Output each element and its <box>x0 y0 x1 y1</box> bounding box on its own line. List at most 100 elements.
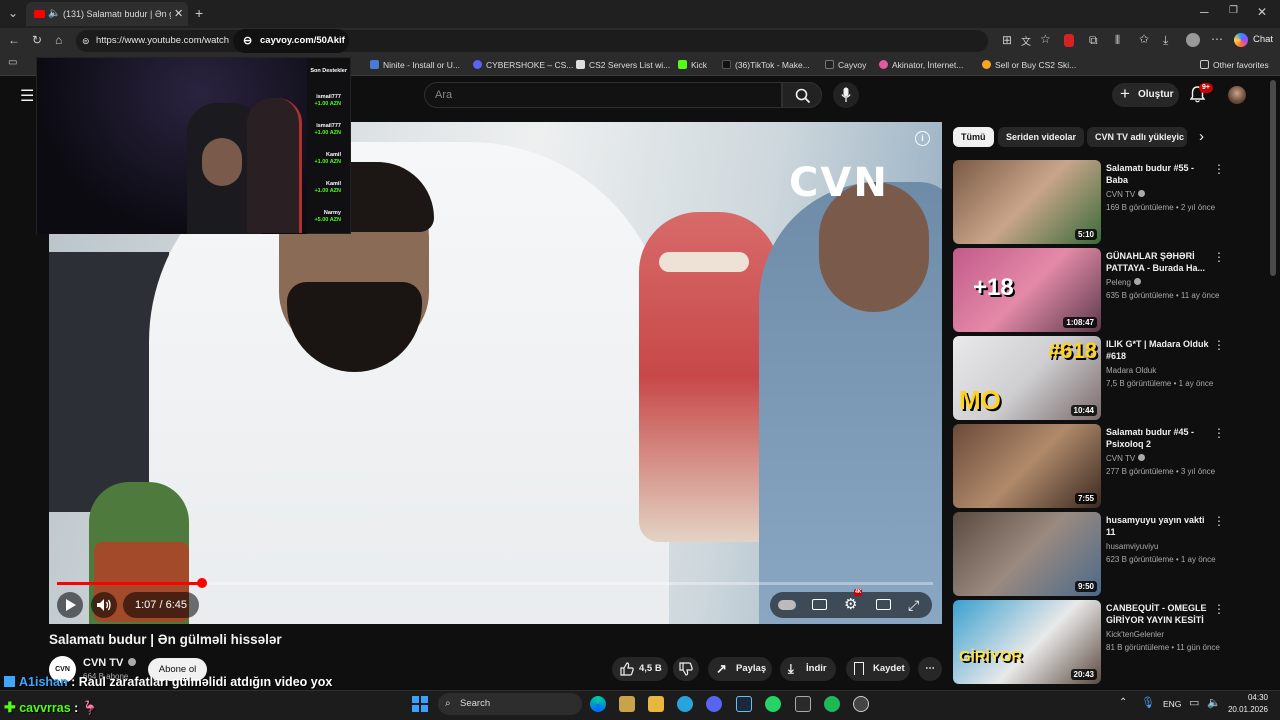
recommended-channel[interactable]: Peleng <box>1106 278 1141 287</box>
more-options-icon[interactable]: ⋮ <box>1213 602 1225 616</box>
windows-start-icon[interactable] <box>412 696 428 712</box>
extension-red-icon[interactable] <box>1064 34 1074 47</box>
tab-list-icon[interactable]: ⌄ <box>8 6 18 20</box>
video-thumbnail[interactable]: #618 MO 10:44 <box>953 336 1101 420</box>
bookmark-cybershoke[interactable]: CYBERSHOKE – CS... <box>473 54 573 76</box>
page-scrollbar[interactable] <box>1270 80 1276 276</box>
language-indicator[interactable]: ENG <box>1163 699 1181 709</box>
taskbar-search[interactable]: ⌕ Search <box>438 693 582 715</box>
telegram-icon[interactable] <box>677 696 693 712</box>
autoplay-toggle[interactable] <box>778 600 796 610</box>
whatsapp-icon[interactable] <box>765 696 781 712</box>
bookmark-cayvoy[interactable]: Cayvoy <box>825 54 866 76</box>
back-icon[interactable]: ← <box>8 33 20 47</box>
refresh-icon[interactable]: ↻ <box>32 33 42 47</box>
more-options-icon[interactable]: ⋮ <box>1213 426 1225 440</box>
copilot-chat-label[interactable]: Chat <box>1253 34 1273 45</box>
clock-date[interactable]: 20.01.2026 <box>1222 705 1268 714</box>
bookmark-tiktok[interactable]: (36)TikTok - Make... <box>722 54 810 76</box>
recommended-video[interactable]: 9:50 husamyuyu yayın vakti 11 husamviyuviy… <box>953 512 1263 596</box>
notifications-button[interactable]: 9+ <box>1189 83 1213 108</box>
volume-tray-icon[interactable]: 🔈 <box>1207 696 1221 709</box>
video-thumbnail[interactable]: 9:50 <box>953 512 1101 596</box>
progress-scrubber[interactable] <box>197 578 207 588</box>
video-thumbnail[interactable]: +18 1:08:47 <box>953 248 1101 332</box>
home-icon[interactable]: ⌂ <box>55 33 62 47</box>
chip-all[interactable]: Tümü <box>953 127 994 147</box>
site-info-icon[interactable]: ⊜ <box>82 30 90 52</box>
profile-avatar[interactable] <box>1186 33 1200 47</box>
channel-name[interactable]: CVN TV <box>83 657 137 669</box>
like-button[interactable]: 4,5 B <box>612 657 668 681</box>
more-options-icon[interactable]: ⋮ <box>1213 338 1225 352</box>
discord-icon[interactable] <box>706 696 722 712</box>
fullscreen-icon[interactable]: ⤢ <box>908 592 919 618</box>
network-icon[interactable]: ▭ <box>1189 696 1199 709</box>
share-button[interactable]: ↗ Paylaş <box>708 657 772 681</box>
info-icon[interactable]: i <box>915 131 930 146</box>
bookmark-cs2-skins[interactable]: Sell or Buy CS2 Ski... <box>982 54 1076 76</box>
recommended-video[interactable]: GİRİYOR 20:43 CANBEQUİT - OMEGLE GİRİYOR Y… <box>953 600 1263 684</box>
recommended-channel[interactable]: husamviyuviyu <box>1106 542 1158 551</box>
chips-next-icon[interactable]: › <box>1199 128 1204 145</box>
steelseries-icon[interactable] <box>853 696 869 712</box>
clock-time[interactable]: 04:30 <box>1228 693 1268 702</box>
more-actions-button[interactable]: ⋯ <box>918 657 942 681</box>
recommended-video[interactable]: 7:55 Salamatı budur #45 - Psixoloq 2 CVN T… <box>953 424 1263 508</box>
create-button[interactable]: + Oluştur <box>1112 83 1179 107</box>
volume-button[interactable] <box>91 592 117 618</box>
chip-series[interactable]: Seriden videolar <box>998 127 1085 147</box>
download-button[interactable]: ⤓ İndir <box>780 657 836 681</box>
recommended-video[interactable]: #618 MO 10:44 ILIK G*T | Madara Olduk #618 M… <box>953 336 1263 420</box>
bookmark-akinator[interactable]: Akinator, İnternet... <box>879 54 963 76</box>
more-options-icon[interactable]: ⋮ <box>1213 250 1225 264</box>
video-thumbnail[interactable]: 5:10 <box>953 160 1101 244</box>
bookmark-ninite[interactable]: Ninite - Install or U... <box>370 54 460 76</box>
tray-mic-icon[interactable]: 🎙 <box>1141 696 1155 709</box>
recommended-video-title[interactable]: CANBEQUİT - OMEGLE GİRİYOR YAYIN KESİTİ <box>1106 602 1216 626</box>
favorite-star-icon[interactable]: ☆ <box>1040 32 1051 46</box>
recommended-video-title[interactable]: ILIK G*T | Madara Olduk #618 <box>1106 338 1216 362</box>
split-screen-icon[interactable]: ⫴ <box>1115 33 1120 48</box>
reading-view-icon[interactable]: ▭ <box>8 57 17 68</box>
more-menu-icon[interactable]: ⋯ <box>1211 32 1223 46</box>
video-thumbnail[interactable]: 7:55 <box>953 424 1101 508</box>
browser-tab[interactable]: 🔈 (131) Salamatı budur | Ən gülı ✕ <box>26 2 188 26</box>
file-explorer-icon[interactable] <box>648 696 664 712</box>
extensions-icon[interactable]: ⧉ <box>1089 33 1098 48</box>
recommended-channel[interactable]: Kick'tenGelenler <box>1106 630 1164 639</box>
recommended-video-title[interactable]: Salamatı budur #45 - Psixoloq 2 <box>1106 426 1216 450</box>
minimize-icon[interactable]: ─ <box>1200 5 1209 19</box>
video-thumbnail[interactable]: GİRİYOR 20:43 <box>953 600 1101 684</box>
theater-mode-icon[interactable] <box>876 599 891 610</box>
bookmark-cs2-servers[interactable]: CS2 Servers List wi... <box>576 54 670 76</box>
dislike-button[interactable] <box>673 657 699 681</box>
recommended-channel[interactable]: Madara Olduk <box>1106 366 1156 375</box>
apps-icon[interactable]: ⊞ <box>1002 33 1012 47</box>
recommended-video[interactable]: +18 1:08:47 GÜNAHLAR ŞƏHƏRİ PATTAYA - Bura… <box>953 248 1263 332</box>
recommended-video[interactable]: 5:10 Salamatı budur #55 - Baba CVN TV 169 B… <box>953 160 1263 244</box>
recommended-video-title[interactable]: GÜNAHLAR ŞƏHƏRİ PATTAYA - Burada Ha... <box>1106 250 1216 274</box>
spotify-icon[interactable] <box>824 696 840 712</box>
favorites-icon[interactable]: ✩ <box>1139 32 1149 46</box>
account-avatar[interactable] <box>1228 86 1246 104</box>
more-options-icon[interactable]: ⋮ <box>1213 514 1225 528</box>
store-icon[interactable] <box>619 696 635 712</box>
copilot-icon[interactable] <box>1234 33 1248 47</box>
recommended-channel[interactable]: CVN TV <box>1106 190 1146 199</box>
more-options-icon[interactable]: ⋮ <box>1213 162 1225 176</box>
download-icon[interactable]: ⤓ <box>1163 33 1168 48</box>
steam-icon[interactable] <box>736 696 752 712</box>
voice-search-button[interactable] <box>833 82 859 108</box>
close-tab-icon[interactable]: ✕ <box>174 2 183 26</box>
url-field[interactable]: ⊜ https://www.youtube.com/watch <box>76 30 988 52</box>
save-button[interactable]: Kaydet <box>846 657 910 681</box>
translate-icon[interactable]: 文 <box>1021 33 1031 48</box>
new-tab-icon[interactable]: + <box>195 5 203 21</box>
speaker-icon[interactable]: 🔈 <box>48 2 60 26</box>
epic-games-icon[interactable] <box>795 696 811 712</box>
menu-icon[interactable]: ☰ <box>20 86 34 106</box>
window-close-icon[interactable]: ✕ <box>1257 5 1267 19</box>
chip-uploader[interactable]: CVN TV adlı yükleyic <box>1087 127 1187 147</box>
search-input[interactable]: Ara <box>424 82 782 108</box>
